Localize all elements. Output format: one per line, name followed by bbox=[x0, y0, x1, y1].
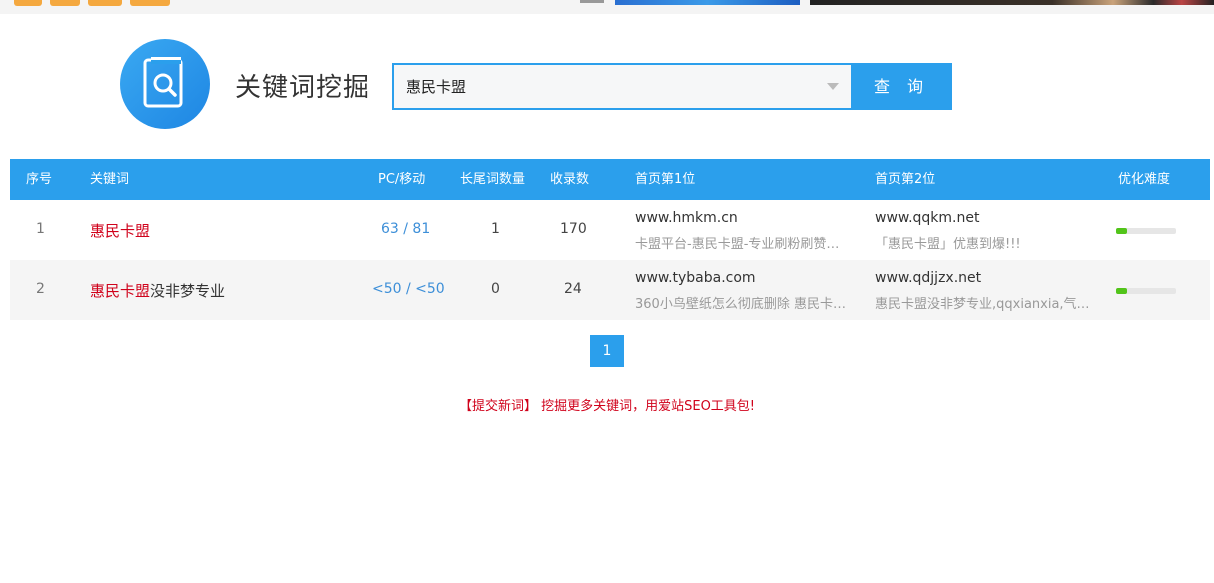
table-header: 序号 关键词 PC/移动 长尾词数量 收录数 首页第1位 首页第2位 优化难度 bbox=[10, 159, 1210, 200]
top-header-strip bbox=[0, 0, 1214, 14]
difficulty-bar-fill bbox=[1116, 228, 1127, 234]
keyword-highlight[interactable]: 惠民卡盟 bbox=[90, 282, 150, 300]
rank2-description: 惠民卡盟没非梦专业,qqxianxia,气… bbox=[875, 297, 1090, 312]
ad-banner-dark[interactable] bbox=[810, 0, 1214, 5]
row-index: 2 bbox=[36, 281, 45, 297]
keyword-rest[interactable]: 没非梦专业 bbox=[150, 282, 225, 300]
row-keyword[interactable]: 惠民卡盟 bbox=[90, 220, 150, 241]
rank2-site-link[interactable]: www.qqkm.net bbox=[875, 210, 979, 226]
col-longtail-header: 长尾词数量 bbox=[460, 172, 526, 187]
keyword-mining-icon bbox=[120, 39, 210, 129]
rank1-site-link[interactable]: www.hmkm.cn bbox=[635, 210, 738, 226]
rank1-site-link[interactable]: www.tybaba.com bbox=[635, 270, 756, 286]
col-pc-mobile-header: PC/移动 bbox=[378, 172, 426, 187]
ad-banner-blue[interactable] bbox=[615, 0, 800, 5]
col-indexed-header: 收录数 bbox=[550, 172, 590, 187]
search-button[interactable]: 查 询 bbox=[851, 63, 952, 110]
row-keyword[interactable]: 惠民卡盟没非梦专业 bbox=[90, 280, 225, 301]
col-keyword-header: 关键词 bbox=[90, 172, 130, 187]
search-box[interactable] bbox=[392, 63, 851, 110]
col-rank1-header: 首页第1位 bbox=[635, 172, 696, 187]
row-pc-mobile[interactable]: <50 / <50 bbox=[372, 281, 445, 297]
keyword-highlight[interactable]: 惠民卡盟 bbox=[90, 222, 150, 240]
rank1-description: 360小鸟壁纸怎么彻底删除 惠民卡… bbox=[635, 297, 846, 312]
row-longtail-count: 1 bbox=[491, 221, 500, 237]
table-row: 1 惠民卡盟 63 / 81 1 170 www.hmkm.cn 卡盟平台-惠民… bbox=[10, 200, 1210, 260]
page-title: 关键词挖掘 bbox=[235, 73, 371, 103]
col-index-header: 序号 bbox=[26, 172, 53, 187]
rank2-site-link[interactable]: www.qdjjzx.net bbox=[875, 270, 981, 286]
keyword-table: 序号 关键词 PC/移动 长尾词数量 收录数 首页第1位 首页第2位 优化难度 … bbox=[10, 159, 1210, 320]
difficulty-bar bbox=[1116, 228, 1176, 234]
table-row: 2 惠民卡盟没非梦专业 <50 / <50 0 24 www.tybaba.co… bbox=[10, 260, 1210, 320]
header-divider bbox=[580, 0, 604, 3]
rank1-description: 卡盟平台-惠民卡盟-专业刷粉刷赞… bbox=[635, 237, 840, 252]
difficulty-bar-fill bbox=[1116, 288, 1127, 294]
row-indexed-count: 24 bbox=[564, 281, 582, 297]
pagination-page-1[interactable]: 1 bbox=[590, 335, 624, 367]
difficulty-bar bbox=[1116, 288, 1176, 294]
row-pc-mobile[interactable]: 63 / 81 bbox=[381, 221, 430, 237]
site-logo[interactable] bbox=[14, 0, 194, 12]
submit-keyword-link[interactable]: 【提交新词】 挖掘更多关键词，用爱站SEO工具包! bbox=[0, 395, 1214, 414]
row-longtail-count: 0 bbox=[491, 281, 500, 297]
row-indexed-count: 170 bbox=[560, 221, 587, 237]
keyword-search-input[interactable] bbox=[394, 65, 814, 108]
row-index: 1 bbox=[36, 221, 45, 237]
chevron-down-icon[interactable] bbox=[827, 83, 839, 90]
search-area: 关键词挖掘 查 询 bbox=[120, 39, 952, 129]
col-difficulty-header: 优化难度 bbox=[1118, 172, 1171, 187]
col-rank2-header: 首页第2位 bbox=[875, 172, 936, 187]
rank2-description: 「惠民卡盟」优惠到爆!!! bbox=[875, 237, 1021, 252]
